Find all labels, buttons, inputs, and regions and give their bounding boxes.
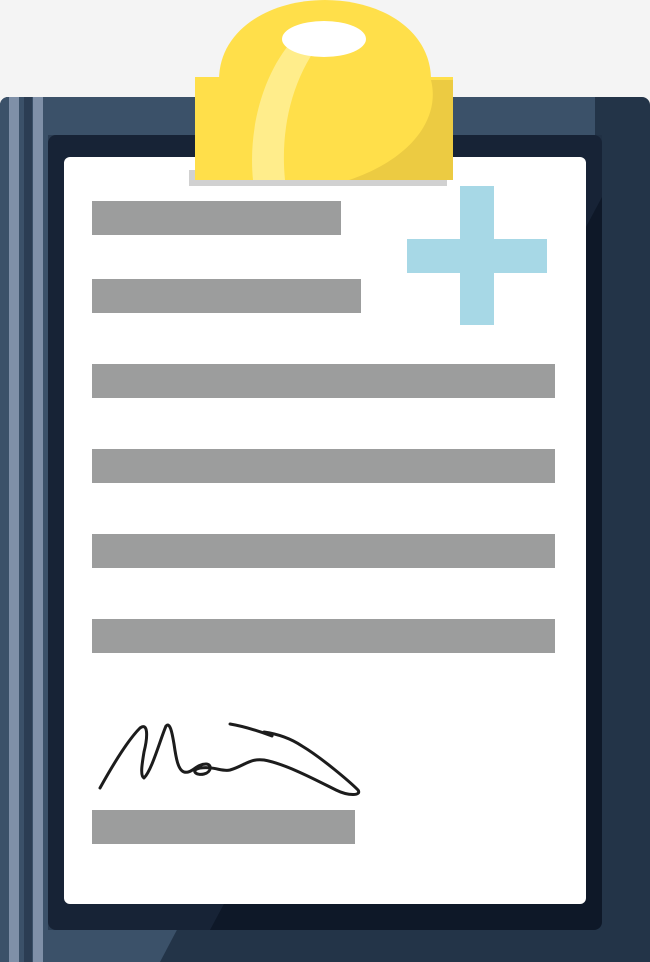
medical-clipboard-illustration bbox=[0, 0, 650, 962]
text-line-5 bbox=[92, 534, 555, 568]
handwritten-signature bbox=[98, 722, 361, 796]
clipboard-clip-icon bbox=[189, 0, 453, 186]
text-line-1 bbox=[92, 201, 341, 235]
text-line-2 bbox=[92, 279, 361, 313]
text-line-6 bbox=[92, 619, 555, 653]
text-line-7 bbox=[92, 810, 355, 844]
text-line-3 bbox=[92, 364, 555, 398]
text-line-4 bbox=[92, 449, 555, 483]
medical-cross-icon bbox=[407, 186, 547, 325]
